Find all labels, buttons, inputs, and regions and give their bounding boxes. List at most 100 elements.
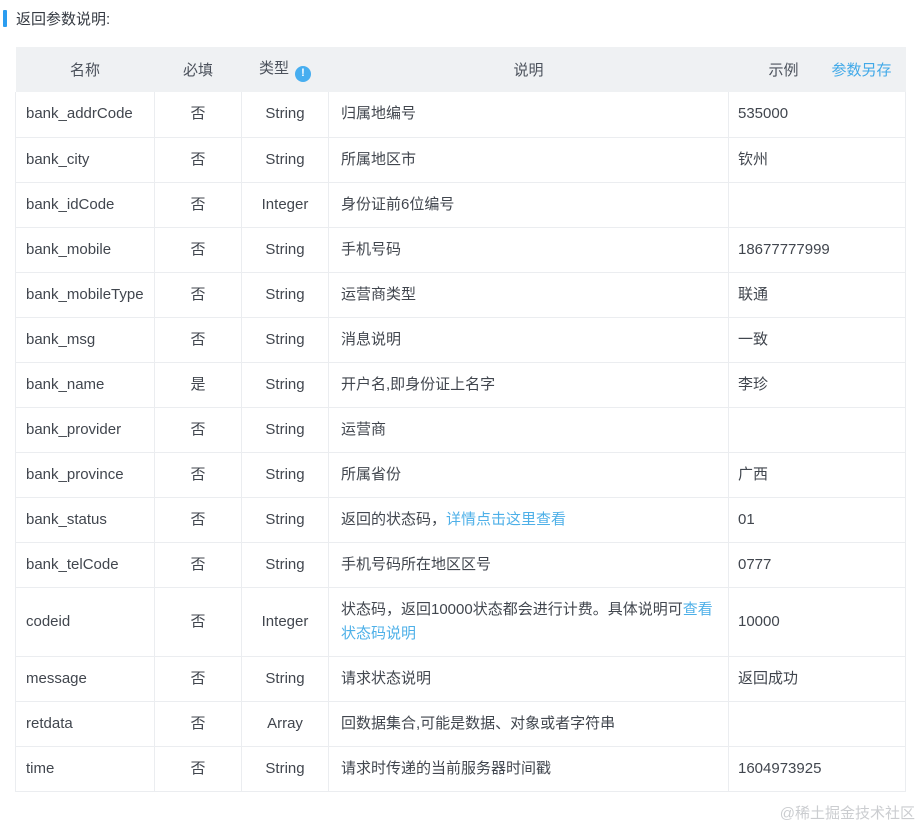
example-cell: 广西 <box>728 452 906 498</box>
param-name-cell: bank_telCode <box>15 542 155 588</box>
description-text: 回数据集合,可能是数据、对象或者字符串 <box>341 714 616 732</box>
param-name-cell: bank_status <box>15 497 155 543</box>
required-cell: 否 <box>154 92 242 138</box>
table-row: bank_mobile 否 String 手机号码 18677777999 <box>15 227 906 273</box>
type-cell: String <box>241 317 329 363</box>
param-name-cell: bank_provider <box>15 407 155 453</box>
type-cell: String <box>241 497 329 543</box>
type-info-icon[interactable]: ! <box>295 65 311 82</box>
required-cell: 否 <box>154 542 242 588</box>
type-cell: Array <box>241 701 329 747</box>
table-row: bank_name 是 String 开户名,即身份证上名字 李珍 <box>15 362 906 408</box>
param-name-cell: codeid <box>15 587 155 657</box>
required-cell: 否 <box>154 227 242 273</box>
example-cell: 01 <box>728 497 906 543</box>
page-title: 返回参数说明: <box>16 11 111 28</box>
type-cell: String <box>241 362 329 408</box>
table-row: bank_mobileType 否 String 运营商类型 联通 <box>15 272 906 318</box>
description-text: 手机号码 <box>341 240 402 258</box>
table-row: time 否 String 请求时传递的当前服务器时间戳 1604973925 <box>15 746 906 792</box>
description-text: 所属地区市 <box>341 150 417 168</box>
required-cell: 否 <box>154 137 242 183</box>
example-cell: 1604973925 <box>728 746 906 792</box>
type-cell: Integer <box>241 182 329 228</box>
param-name-cell: bank_idCode <box>15 182 155 228</box>
description-cell: 身份证前6位编号 <box>328 182 729 228</box>
param-name-cell: bank_name <box>15 362 155 408</box>
description-cell: 请求状态说明 <box>328 656 729 702</box>
example-cell: 10000 <box>728 587 906 657</box>
param-name-cell: retdata <box>15 701 155 747</box>
description-text: 开户名,即身份证上名字 <box>341 375 496 393</box>
description-cell: 运营商类型 <box>328 272 729 318</box>
example-cell: 联通 <box>728 272 906 318</box>
example-cell: 返回成功 <box>728 656 906 702</box>
required-cell: 是 <box>154 362 242 408</box>
table-row: message 否 String 请求状态说明 返回成功 <box>15 656 906 702</box>
table-body: bank_addrCode 否 String 归属地编号 535000 bank_city… <box>15 92 906 792</box>
table-row: bank_province 否 String 所属省份 广西 <box>15 452 906 498</box>
description-link[interactable]: 详情点击这里查看 <box>446 511 566 528</box>
example-cell <box>728 407 906 453</box>
description-cell: 手机号码所在地区区号 <box>328 542 729 588</box>
required-cell: 否 <box>154 272 242 318</box>
description-cell: 所属地区市 <box>328 137 729 183</box>
required-cell: 否 <box>154 656 242 702</box>
description-text: 运营商类型 <box>341 285 417 303</box>
param-name-cell: bank_msg <box>15 317 155 363</box>
param-name-cell: message <box>15 656 155 702</box>
description-text: 归属地编号 <box>341 105 417 123</box>
description-text: 身份证前6位编号 <box>341 195 455 213</box>
example-cell: 535000 <box>728 92 906 138</box>
description-cell: 手机号码 <box>328 227 729 273</box>
description-cell: 返回的状态码，详情点击这里查看 <box>328 497 729 543</box>
table-header-row: 名称 必填 类型! 说明 示例 参数另存 <box>15 47 906 92</box>
table-row: bank_idCode 否 Integer 身份证前6位编号 <box>15 182 906 228</box>
table-row: codeid 否 Integer 状态码，返回10000状态都会进行计费。具体说明可查… <box>15 587 906 657</box>
type-cell: String <box>241 656 329 702</box>
description-cell: 回数据集合,可能是数据、对象或者字符串 <box>328 701 729 747</box>
type-cell: String <box>241 137 329 183</box>
save-params-button[interactable]: 参数另存 <box>831 59 891 80</box>
param-name-cell: time <box>15 746 155 792</box>
description-cell: 消息说明 <box>328 317 729 363</box>
type-cell: String <box>241 542 329 588</box>
description-text: 返回的状态码， <box>341 510 447 528</box>
type-cell: Integer <box>241 587 329 657</box>
params-table: 名称 必填 类型! 说明 示例 参数另存 bank_addrCode 否 Strin… <box>15 47 906 792</box>
param-name-cell: bank_addrCode <box>15 92 155 138</box>
param-name-cell: bank_mobileType <box>15 272 155 318</box>
description-text: 消息说明 <box>341 330 402 348</box>
example-cell <box>728 182 906 228</box>
header-type-label: 类型 <box>258 60 289 78</box>
param-name-cell: bank_mobile <box>15 227 155 273</box>
required-cell: 否 <box>154 497 242 543</box>
params-table-wrap: 名称 必填 类型! 说明 示例 参数另存 bank_addrCode 否 Strin… <box>15 47 921 792</box>
required-cell: 否 <box>154 317 242 363</box>
header-last-cell: 示例 参数另存 <box>728 47 906 92</box>
header-name: 名称 <box>15 47 155 92</box>
table-row: bank_city 否 String 所属地区市 钦州 <box>15 137 906 183</box>
description-text: 请求状态说明 <box>341 669 432 687</box>
example-cell: 18677777999 <box>728 227 906 273</box>
header-example: 示例 <box>768 62 799 79</box>
header-required: 必填 <box>154 47 242 92</box>
section-title: 返回参数说明: <box>0 0 921 29</box>
type-cell: String <box>241 92 329 138</box>
table-row: bank_addrCode 否 String 归属地编号 535000 <box>15 92 906 138</box>
description-text: 请求时传递的当前服务器时间戳 <box>341 759 552 777</box>
table-row: retdata 否 Array 回数据集合,可能是数据、对象或者字符串 <box>15 701 906 747</box>
description-cell: 开户名,即身份证上名字 <box>328 362 729 408</box>
table-row: bank_telCode 否 String 手机号码所在地区区号 0777 <box>15 542 906 588</box>
table-row: bank_provider 否 String 运营商 <box>15 407 906 453</box>
header-description: 说明 <box>328 47 729 92</box>
param-name-cell: bank_city <box>15 137 155 183</box>
description-cell: 运营商 <box>328 407 729 453</box>
description-cell: 所属省份 <box>328 452 729 498</box>
required-cell: 否 <box>154 746 242 792</box>
watermark: @稀土掘金技术社区 <box>779 805 915 822</box>
table-row: bank_status 否 String 返回的状态码，详情点击这里查看 01 <box>15 497 906 543</box>
type-cell: String <box>241 227 329 273</box>
type-cell: String <box>241 452 329 498</box>
description-cell: 归属地编号 <box>328 92 729 138</box>
